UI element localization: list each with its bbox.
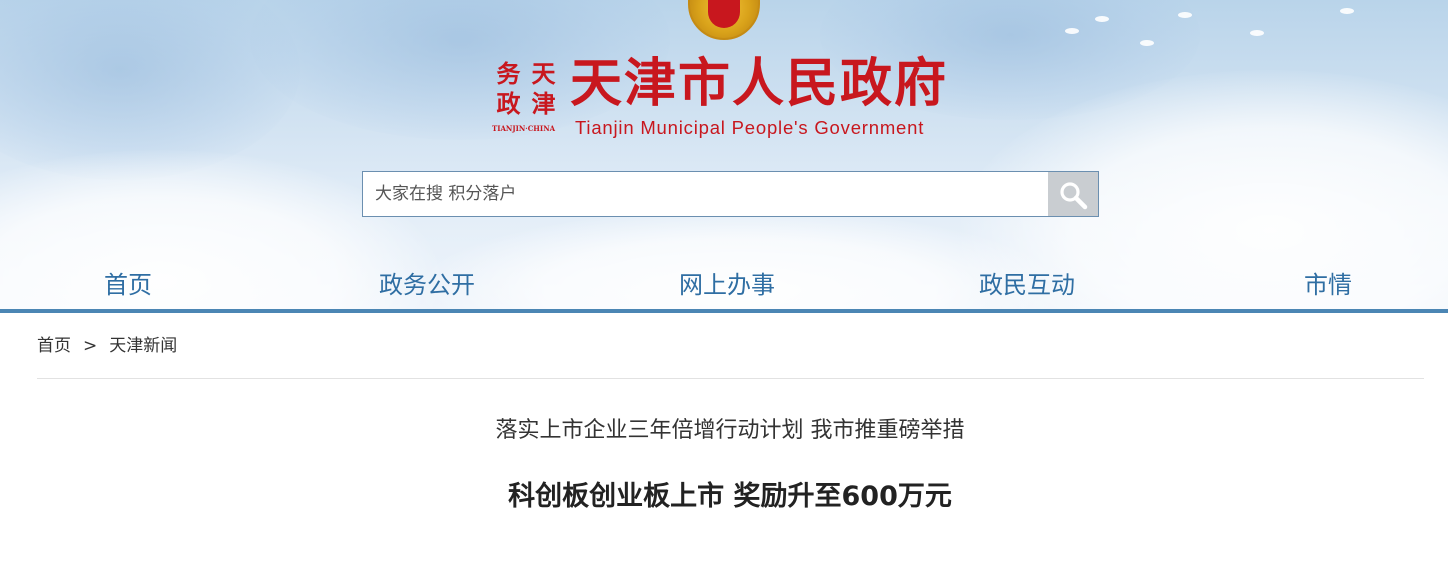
- nav-item-government-affairs[interactable]: 政务公开: [379, 264, 475, 306]
- bird-decoration: [1250, 30, 1264, 36]
- bird-decoration: [1178, 12, 1192, 18]
- seal-char: 天: [531, 59, 556, 88]
- nav-item-online-services[interactable]: 网上办事: [679, 264, 775, 306]
- breadcrumb-item-home[interactable]: 首页: [37, 336, 71, 356]
- breadcrumb-separator: >: [83, 336, 98, 356]
- page: 务 天 政 津 TIANJIN·CHINA 天津市人民政府 Tianjin Mu…: [0, 0, 1448, 581]
- bird-decoration: [1065, 28, 1079, 34]
- search-input[interactable]: [363, 172, 1048, 216]
- nav-item-home[interactable]: 首页: [104, 264, 152, 306]
- nav-underline-bar: [0, 309, 1448, 313]
- seal-char: 政: [496, 89, 521, 118]
- search-button[interactable]: [1048, 172, 1098, 216]
- bird-decoration: [1140, 40, 1154, 46]
- site-title[interactable]: 天津市人民政府: [570, 52, 948, 116]
- search-icon: [1060, 182, 1088, 210]
- nav-item-city-info[interactable]: 市情: [1304, 264, 1352, 306]
- seal-char: 务: [496, 59, 521, 88]
- article-pre-title: 落实上市企业三年倍增行动计划 我市推重磅举措: [495, 418, 965, 443]
- bird-decoration: [1095, 16, 1109, 22]
- seal-subtext: TIANJIN·CHINA: [492, 124, 556, 133]
- nav-item-interaction[interactable]: 政民互动: [979, 264, 1075, 306]
- emblem-center: [708, 0, 740, 28]
- bird-decoration: [1340, 8, 1354, 14]
- seal-characters: 务 天 政 津: [490, 60, 560, 120]
- article-title: 科创板创业板上市 奖励升至600万元: [508, 481, 952, 512]
- site-subtitle: Tianjin Municipal People's Government: [575, 117, 925, 138]
- divider: [37, 378, 1424, 379]
- seal-char: 津: [531, 89, 556, 118]
- tianjin-seal-logo: 务 天 政 津 TIANJIN·CHINA: [490, 60, 560, 134]
- breadcrumb-item-tianjin-news[interactable]: 天津新闻: [109, 336, 177, 356]
- header-banner: 务 天 政 津 TIANJIN·CHINA 天津市人民政府 Tianjin Mu…: [0, 0, 1448, 310]
- breadcrumb: 首页 > 天津新闻: [37, 334, 177, 358]
- national-emblem-icon: [688, 0, 760, 40]
- search-bar: [362, 171, 1099, 217]
- main-nav: 首页 政务公开 网上办事 政民互动 市情: [0, 264, 1448, 310]
